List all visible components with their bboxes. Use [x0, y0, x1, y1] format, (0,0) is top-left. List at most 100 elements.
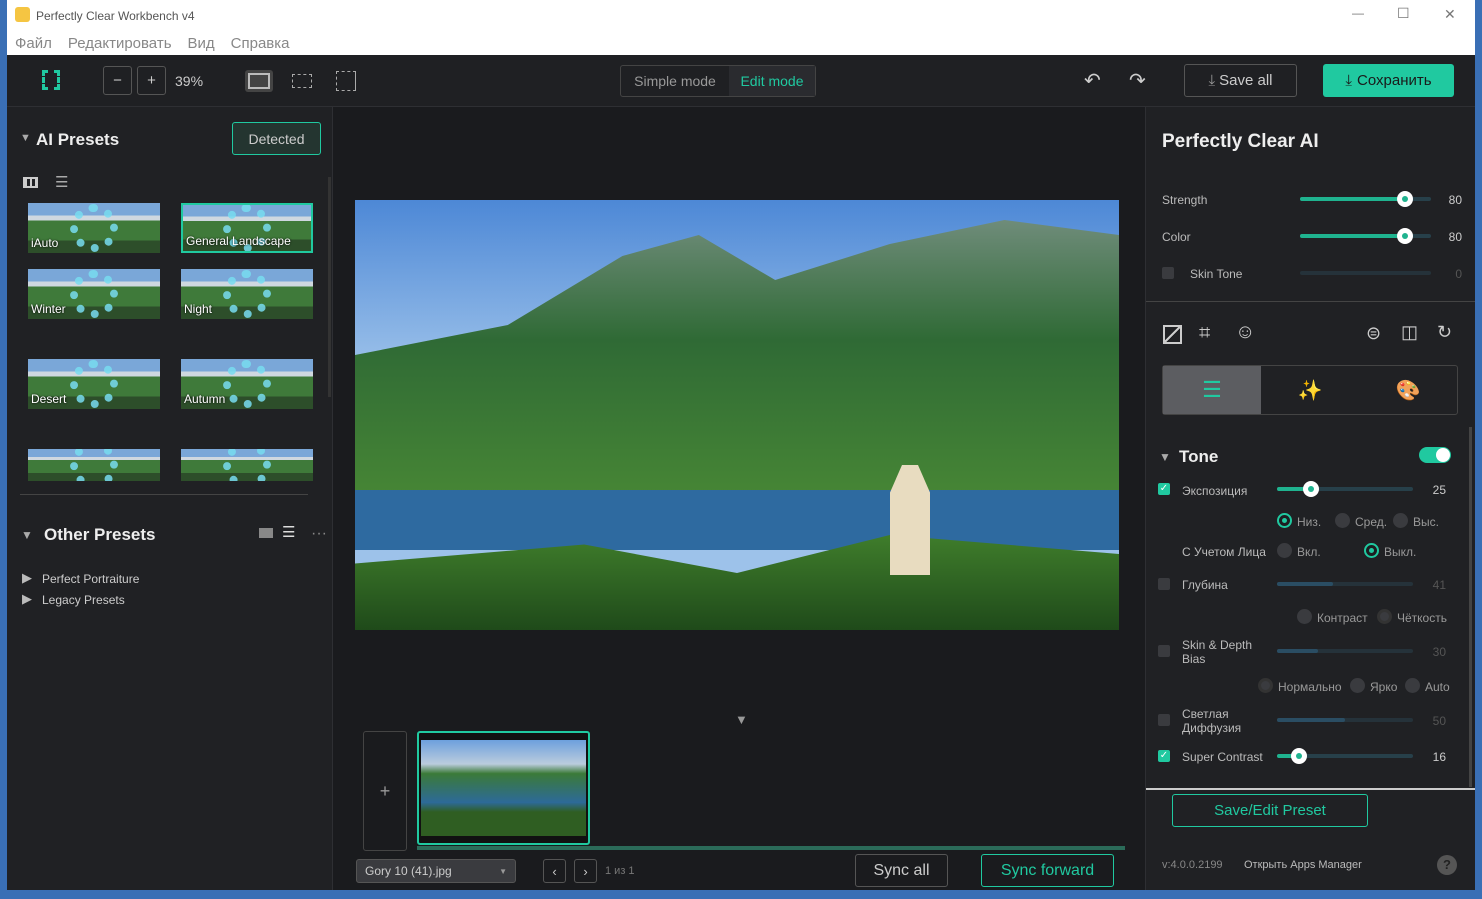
- save-all-button[interactable]: ⤓ Save all: [1184, 64, 1297, 97]
- normal-radio[interactable]: [1258, 678, 1273, 693]
- exposure-slider[interactable]: [1277, 481, 1413, 497]
- slider-handle[interactable]: [1396, 191, 1413, 207]
- tree-item-legacy-presets[interactable]: Legacy Presets: [42, 593, 125, 607]
- super-contrast-slider[interactable]: [1277, 748, 1413, 764]
- face-icon[interactable]: ☺: [1235, 321, 1255, 344]
- more-icon[interactable]: ···: [311, 525, 327, 543]
- contrast-label: Контраст: [1317, 611, 1368, 625]
- expand-arrow-icon[interactable]: ▶: [22, 570, 32, 586]
- depth-slider[interactable]: [1277, 582, 1413, 586]
- exposure-checkbox[interactable]: ✓: [1158, 483, 1170, 495]
- color-slider[interactable]: [1300, 228, 1431, 244]
- list-view-icon[interactable]: ☰: [55, 173, 68, 191]
- fit-screen-icon[interactable]: [42, 70, 60, 90]
- collapse-arrow-icon[interactable]: ▼: [20, 132, 31, 144]
- preset-thumbnail[interactable]: Winter: [28, 269, 160, 319]
- preset-thumbnail[interactable]: Autumn: [181, 359, 313, 409]
- menu-file[interactable]: Файл: [15, 35, 52, 52]
- redo-icon[interactable]: ↷: [1129, 68, 1146, 93]
- clarity-radio[interactable]: [1377, 609, 1392, 624]
- panel-title: Perfectly Clear AI: [1162, 131, 1319, 152]
- skin-tone-value: 0: [1455, 267, 1462, 281]
- compare-view-icon[interactable]: [336, 71, 356, 91]
- slider-handle[interactable]: [1396, 228, 1413, 244]
- main-photo[interactable]: [355, 200, 1119, 630]
- strength-slider[interactable]: [1300, 191, 1431, 207]
- super-contrast-checkbox[interactable]: ✓: [1158, 750, 1170, 762]
- auto-radio[interactable]: [1405, 678, 1420, 693]
- simple-mode-tab[interactable]: Simple mode: [621, 66, 729, 96]
- curves-icon[interactable]: [1163, 325, 1182, 344]
- rotate-icon[interactable]: ↻: [1437, 322, 1452, 343]
- preset-scrollbar[interactable]: [328, 177, 331, 397]
- level-mid-radio[interactable]: [1335, 513, 1350, 528]
- skin-depth-slider[interactable]: [1277, 649, 1413, 653]
- preset-thumbnail[interactable]: Night: [181, 269, 313, 319]
- preset-thumbnail[interactable]: Desert: [28, 359, 160, 409]
- slider-handle[interactable]: [1303, 481, 1319, 497]
- tab-creative[interactable]: 🎨: [1359, 366, 1457, 414]
- preset-thumbnail[interactable]: iAuto: [28, 203, 160, 253]
- split-view-icon[interactable]: [292, 74, 312, 88]
- contrast-radio[interactable]: [1297, 609, 1312, 624]
- tone-toggle[interactable]: [1419, 447, 1451, 463]
- auto-label: Auto: [1425, 680, 1450, 694]
- zoom-out-button[interactable]: −: [103, 66, 132, 95]
- face-off-radio[interactable]: [1364, 543, 1379, 558]
- next-image-button[interactable]: ›: [574, 859, 597, 883]
- exposure-label: Экспозиция: [1182, 484, 1248, 498]
- level-low-radio[interactable]: [1277, 513, 1292, 528]
- collapse-arrow-icon[interactable]: ▼: [1159, 450, 1171, 464]
- diffusion-checkbox[interactable]: [1158, 714, 1170, 726]
- apps-manager-link[interactable]: Открыть Apps Manager: [1244, 859, 1362, 871]
- preset-thumbnail[interactable]: General Landscape: [181, 203, 313, 253]
- maximize-button[interactable]: ☐: [1397, 5, 1410, 22]
- tab-adjustments[interactable]: ☰: [1163, 366, 1261, 414]
- download-icon: ⤓: [1345, 72, 1353, 89]
- minimize-button[interactable]: —: [1352, 6, 1364, 20]
- preset-thumbnail[interactable]: [181, 449, 313, 481]
- skin-tone-checkbox[interactable]: [1162, 267, 1174, 279]
- prev-image-button[interactable]: ‹: [543, 859, 566, 883]
- zoom-in-button[interactable]: +: [137, 66, 166, 95]
- expand-arrow-icon[interactable]: ▶: [22, 591, 32, 607]
- edit-mode-tab[interactable]: Edit mode: [729, 66, 815, 96]
- filmstrip-thumbnail[interactable]: [417, 731, 590, 845]
- tab-ai-magic[interactable]: ✨: [1261, 366, 1359, 414]
- tree-item-perfect-portraiture[interactable]: Perfect Portraiture: [42, 572, 139, 586]
- save-edit-preset-button[interactable]: Save/Edit Preset: [1172, 794, 1368, 827]
- menu-edit[interactable]: Редактировать: [68, 35, 172, 52]
- grid-view-icon[interactable]: [23, 177, 38, 188]
- preset-thumbnail[interactable]: [28, 449, 160, 481]
- skin-depth-checkbox[interactable]: [1158, 645, 1170, 657]
- close-button[interactable]: ✕: [1444, 6, 1456, 23]
- help-button[interactable]: ?: [1437, 855, 1457, 875]
- panel-scrollbar[interactable]: [1469, 427, 1472, 787]
- grid-view-icon[interactable]: [259, 528, 273, 538]
- skin-tone-slider[interactable]: [1300, 271, 1431, 275]
- single-view-button[interactable]: [245, 70, 273, 92]
- flip-vertical-icon[interactable]: ⊜: [1366, 323, 1381, 344]
- collapse-arrow-icon[interactable]: ▼: [21, 528, 33, 542]
- list-view-icon[interactable]: ☰: [282, 523, 295, 541]
- menu-view[interactable]: Вид: [188, 35, 215, 52]
- sync-all-button[interactable]: Sync all: [855, 854, 948, 887]
- add-image-button[interactable]: +: [363, 731, 407, 851]
- sync-forward-button[interactable]: Sync forward: [981, 854, 1114, 887]
- save-button[interactable]: ⤓ Сохранить: [1323, 64, 1454, 97]
- face-on-radio[interactable]: [1277, 543, 1292, 558]
- depth-checkbox[interactable]: [1158, 578, 1170, 590]
- menu-help[interactable]: Справка: [231, 35, 290, 52]
- filmstrip-scrollbar[interactable]: [417, 846, 1125, 850]
- file-select-dropdown[interactable]: Gory 10 (41).jpg ▼: [356, 859, 516, 883]
- filmstrip-toggle-icon[interactable]: ▼: [735, 712, 748, 727]
- level-high-radio[interactable]: [1393, 513, 1408, 528]
- title-bar: Perfectly Clear Workbench v4 — ☐ ✕: [7, 0, 1475, 30]
- slider-handle[interactable]: [1290, 748, 1307, 764]
- flip-horizontal-icon[interactable]: ◫: [1401, 322, 1418, 343]
- bright-radio[interactable]: [1350, 678, 1365, 693]
- undo-icon[interactable]: ↶: [1084, 68, 1101, 93]
- diffusion-slider[interactable]: [1277, 718, 1413, 722]
- crop-icon[interactable]: ⌗: [1199, 322, 1210, 345]
- detected-button[interactable]: Detected: [232, 122, 321, 155]
